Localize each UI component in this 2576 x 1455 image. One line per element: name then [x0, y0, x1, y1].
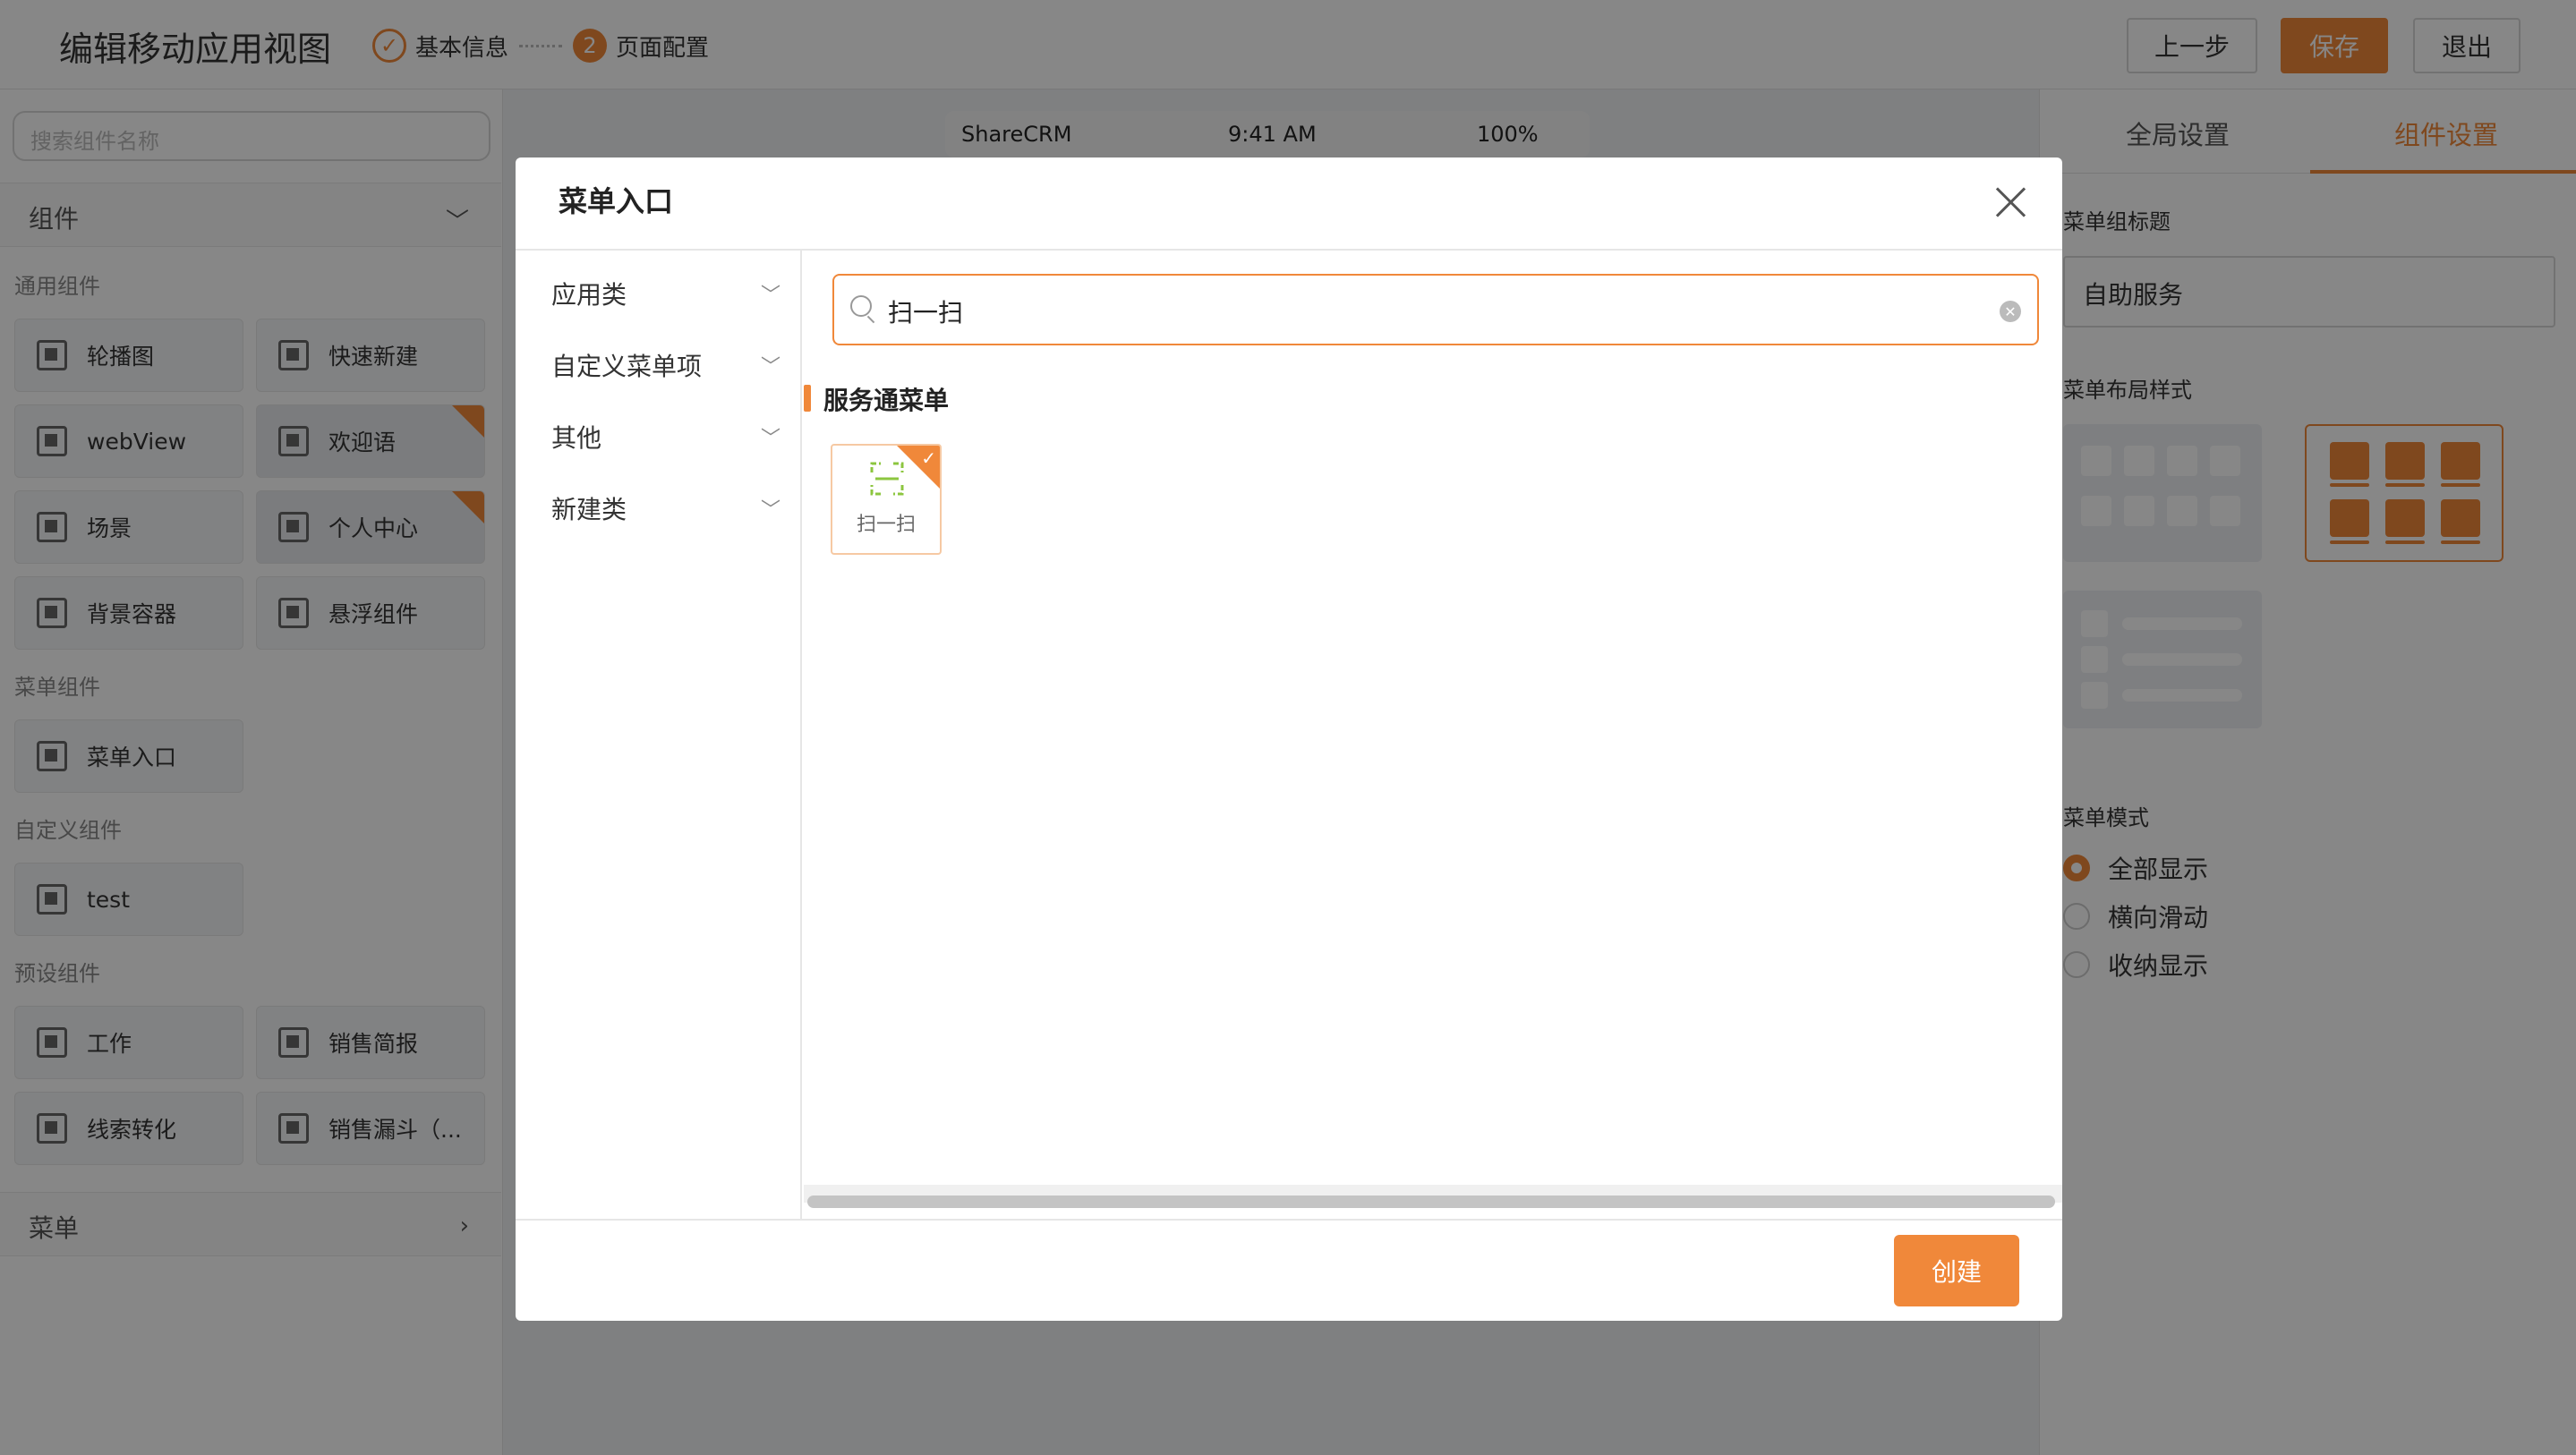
chevron-down-icon: ﹀ [760, 499, 780, 522]
scan-icon [870, 462, 904, 496]
clear-icon[interactable]: ✕ [2000, 301, 2021, 322]
category-create[interactable]: 新建类 ﹀ [551, 490, 780, 526]
check-icon: ✓ [921, 447, 936, 469]
menu-item-scan[interactable]: ✓ 扫一扫 [831, 444, 942, 555]
menu-item-label: 扫一扫 [856, 514, 916, 536]
section-title: 服务通菜单 [823, 386, 950, 415]
chevron-down-icon: ﹀ [760, 428, 780, 450]
menu-entry-dialog: 菜单入口 应用类 ﹀ 自定义菜单项 ﹀ 其他 ﹀ 新建类 ﹀ 扫一扫 ✕ 服务通菜单 ✓… [516, 157, 2062, 1321]
chevron-down-icon: ﹀ [760, 285, 780, 307]
menu-search-input[interactable]: 扫一扫 ✕ [832, 274, 2039, 345]
category-other[interactable]: 其他 ﹀ [551, 419, 780, 455]
search-icon [850, 295, 872, 317]
horizontal-scrollbar[interactable] [807, 1195, 2055, 1208]
create-button[interactable]: 创建 [1894, 1235, 2019, 1306]
chevron-down-icon: ﹀ [760, 356, 780, 379]
category-label: 应用类 [551, 280, 627, 310]
footer-divider [516, 1219, 2062, 1221]
category-label: 其他 [551, 423, 602, 453]
section-marker [804, 385, 811, 412]
category-sidebar: 应用类 ﹀ 自定义菜单项 ﹀ 其他 ﹀ 新建类 ﹀ [516, 251, 802, 1221]
category-label: 新建类 [551, 495, 627, 524]
search-value: 扫一扫 [888, 298, 964, 328]
dialog-title: 菜单入口 [559, 184, 674, 218]
category-label: 自定义菜单项 [551, 352, 703, 381]
close-icon[interactable] [1992, 184, 2028, 220]
category-app[interactable]: 应用类 ﹀ [551, 276, 780, 311]
category-custom-menu-item[interactable]: 自定义菜单项 ﹀ [551, 347, 780, 383]
